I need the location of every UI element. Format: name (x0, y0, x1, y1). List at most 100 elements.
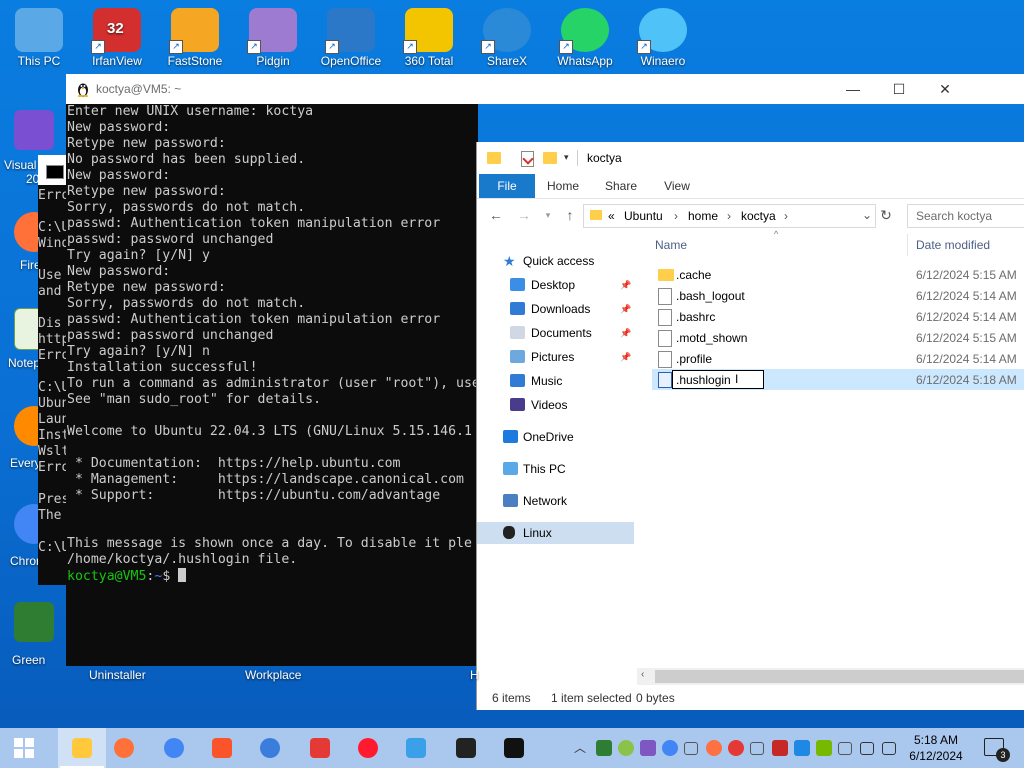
nav-item-this-pc[interactable]: This PC (477, 458, 634, 480)
file-name: .cache (676, 268, 712, 282)
desktop-shortcut-360-total[interactable]: ↗ 360 Total (394, 8, 464, 68)
file-row[interactable]: .motd_shown 6/12/2024 5:15 AM (652, 327, 1024, 348)
taskbar-clock[interactable]: 5:18 AM 6/12/2024 (896, 732, 976, 764)
file-explorer-window[interactable]: ▾ koctya File Home Share View ← → ▾ ↑ « … (477, 142, 1024, 710)
address-dropdown-icon[interactable]: ⌄ (862, 208, 872, 222)
bluetooth-icon[interactable] (684, 742, 698, 755)
nav-item-music[interactable]: Music (477, 370, 634, 392)
column-header-date[interactable]: Date modified (916, 238, 990, 252)
file-date: 6/12/2024 5:15 AM (916, 331, 1017, 345)
nav-item-desktop[interactable]: Desktop 📌 (477, 274, 634, 296)
new-folder-icon[interactable] (543, 152, 557, 164)
desktop-shortcut-openoffice[interactable]: ↗ OpenOffice (316, 8, 386, 68)
visual-studio-icon[interactable] (14, 110, 54, 150)
desktop-shortcut-winaero[interactable]: ↗ Winaero (628, 8, 698, 68)
file-row[interactable]: .cache 6/12/2024 5:15 AM (652, 264, 1024, 285)
taskbar-start[interactable] (8, 732, 40, 764)
norton-icon[interactable] (772, 740, 788, 756)
taskbar-chromium[interactable] (254, 732, 286, 764)
nav-item-onedrive[interactable]: OneDrive (477, 426, 634, 448)
nav-item-documents[interactable]: Documents 📌 (477, 322, 634, 344)
recent-locations-icon[interactable]: ▾ (539, 206, 557, 224)
terminal-output[interactable]: Enter new UNIX username: koctya New passw… (67, 104, 477, 664)
properties-icon[interactable] (521, 151, 534, 167)
nav-item-quick-access[interactable]: ★ Quick access (477, 250, 634, 272)
rename-input[interactable]: .hushlogin I (672, 370, 764, 389)
taskbar-brave[interactable] (206, 732, 238, 764)
breadcrumb-ubuntu[interactable]: Ubuntu (624, 209, 663, 223)
taskbar-wps[interactable] (304, 732, 336, 764)
usb-icon[interactable] (838, 742, 852, 755)
chevron-up-icon[interactable]: ︿ (574, 739, 590, 755)
sharex-tray-icon[interactable] (794, 740, 810, 756)
breadcrumb-home[interactable]: home (688, 209, 718, 223)
start-icon (14, 738, 34, 758)
explorer-titlebar[interactable]: ▾ koctya (477, 142, 1024, 174)
horizontal-scrollbar[interactable]: ‹ (637, 668, 1024, 685)
forward-icon[interactable]: → (515, 206, 533, 224)
file-row[interactable]: .profile 6/12/2024 5:14 AM (652, 348, 1024, 369)
column-divider[interactable] (907, 234, 908, 256)
taskbar-linux[interactable] (498, 732, 530, 764)
breadcrumb-koctya[interactable]: koctya (741, 209, 776, 223)
column-header-name[interactable]: Name (655, 238, 687, 252)
status-selected: 1 item selected (551, 691, 632, 705)
clock-time: 5:18 AM (913, 733, 959, 747)
nav-item-pictures[interactable]: Pictures 📌 (477, 346, 634, 368)
desktop-shortcut-whatsapp[interactable]: ↗ WhatsApp (550, 8, 620, 68)
search-input[interactable]: Search koctya (907, 204, 1024, 228)
desktop-label-workplace[interactable]: Workplace (245, 668, 301, 682)
shield-icon[interactable] (596, 740, 612, 756)
360-icon[interactable] (618, 740, 634, 756)
volume-icon[interactable] (882, 742, 896, 755)
file-row[interactable]: .hushlogin I 6/12/2024 5:18 AM (652, 369, 1024, 390)
media-icon[interactable] (706, 740, 722, 756)
file-row[interactable]: .bashrc 6/12/2024 5:14 AM (652, 306, 1024, 327)
terminal-titlebar[interactable]: koctya@VM5: ~ — ☐ ✕ (66, 74, 1024, 104)
nav-item-linux[interactable]: Linux (477, 522, 634, 544)
close-button[interactable]: ✕ (922, 74, 968, 104)
nav-item-downloads[interactable]: Downloads 📌 (477, 298, 634, 320)
nvidia-icon[interactable] (816, 740, 832, 756)
quick-access-dropdown-icon[interactable]: ▾ (564, 152, 569, 163)
taskbar-wing[interactable] (400, 732, 432, 764)
address-bar[interactable]: « Ubuntu › home › koctya › ⌄ (583, 204, 876, 228)
up-icon[interactable]: ↑ (561, 206, 579, 224)
chrome-tray-icon[interactable] (662, 740, 678, 756)
warning-icon[interactable] (750, 742, 764, 755)
minimize-button[interactable]: — (830, 74, 876, 104)
scroll-left-icon[interactable]: ‹ (641, 669, 644, 680)
desktop-label-h[interactable]: H (470, 668, 479, 682)
tab-file[interactable]: File (479, 174, 535, 198)
desktop-shortcut-pidgin[interactable]: ↗ Pidgin (238, 8, 308, 68)
desktop-shortcut-this-pc[interactable]: This PC (4, 8, 74, 68)
network-tray-icon[interactable] (860, 742, 874, 755)
taskbar-opera[interactable] (352, 732, 384, 764)
file-row[interactable]: .bash_logout 6/12/2024 5:14 AM (652, 285, 1024, 306)
terminal-icon (456, 738, 476, 758)
taskbar-terminal[interactable] (450, 732, 482, 764)
back-icon[interactable]: ← (487, 206, 505, 224)
desktop-label-uninstaller[interactable]: Uninstaller (89, 668, 146, 682)
breadcrumb-overflow[interactable]: « (608, 209, 615, 223)
desktop-shortcut-irfanview[interactable]: 32 ↗ IrfanView (82, 8, 152, 68)
refresh-icon[interactable]: ↻ (877, 206, 895, 224)
taskbar-file-explorer[interactable] (58, 728, 106, 768)
desktop-shortcut-sharex[interactable]: ↗ ShareX (472, 8, 542, 68)
tab-share[interactable]: Share (597, 174, 645, 198)
this-pc-icon (503, 462, 518, 475)
greenshot-icon[interactable] (14, 602, 54, 642)
nav-item-network[interactable]: Network (477, 490, 634, 512)
maximize-button[interactable]: ☐ (876, 74, 922, 104)
tab-view[interactable]: View (653, 174, 701, 198)
pen-icon[interactable] (640, 740, 656, 756)
shortcut-arrow-icon: ↗ (325, 40, 339, 54)
taskbar-chrome[interactable] (158, 732, 190, 764)
record-icon[interactable] (728, 740, 744, 756)
desktop-shortcut-faststone[interactable]: ↗ FastStone (160, 8, 230, 68)
nav-item-videos[interactable]: Videos (477, 394, 634, 416)
taskbar-firefox[interactable] (108, 732, 140, 764)
tab-home[interactable]: Home (539, 174, 587, 198)
scrollbar-thumb[interactable] (655, 670, 1024, 683)
terminal-prompt[interactable]: koctya@VM5:~$ (67, 568, 477, 585)
